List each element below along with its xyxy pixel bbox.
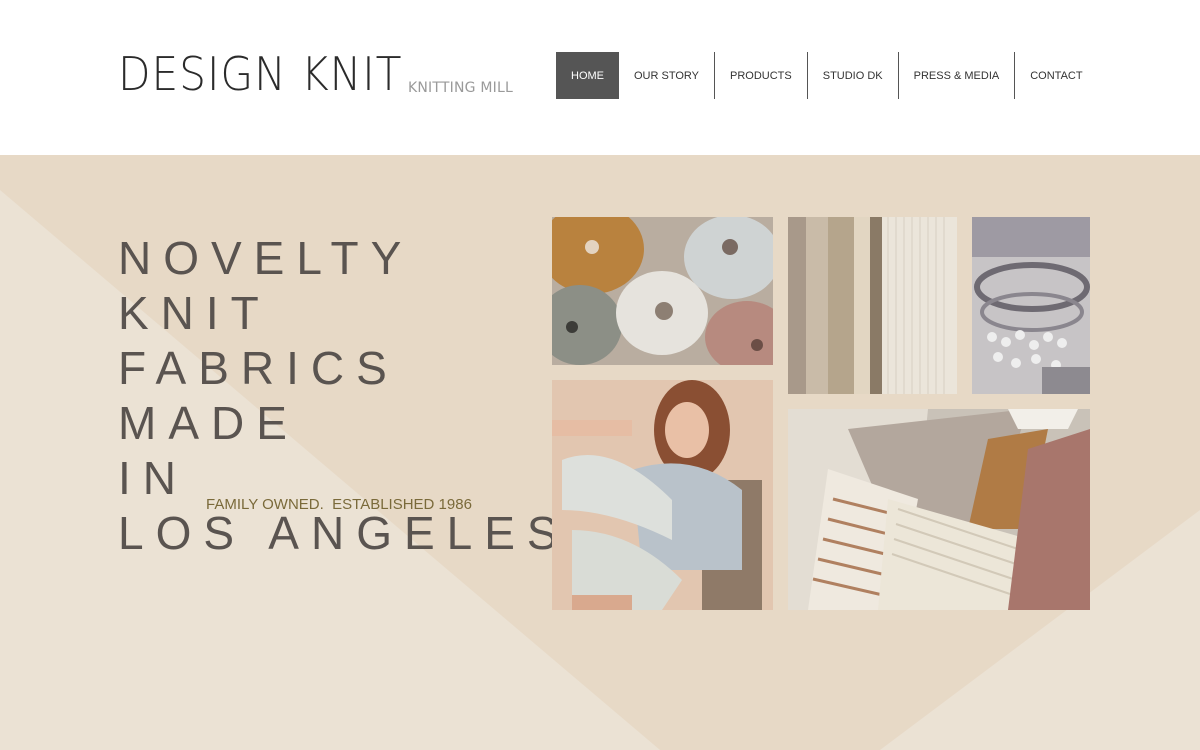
model-photo xyxy=(552,380,773,610)
headline-line: LOS ANGELES xyxy=(118,507,570,559)
fabric-drape-photo xyxy=(788,217,957,394)
hero-tagline: FAMILY OWNED. ESTABLISHED 1986 xyxy=(206,496,472,513)
logo-subtitle: KNITTING MILL xyxy=(408,80,513,96)
logo-wordmark: DESIGN KNIT xyxy=(118,47,403,101)
main-nav: HOME OUR STORY PRODUCTS STUDIO DK PRESS … xyxy=(556,52,1098,99)
hero-section: NOVELTY KNIT FABRICS MADE IN LOS ANGELES… xyxy=(0,155,1200,750)
headline-line: MADE xyxy=(118,397,299,449)
nav-products[interactable]: PRODUCTS xyxy=(715,52,808,99)
headline-line: FABRICS xyxy=(118,342,399,394)
nav-studio-dk[interactable]: STUDIO DK xyxy=(808,52,899,99)
nav-contact[interactable]: CONTACT xyxy=(1015,52,1097,99)
headline-line: NOVELTY xyxy=(118,232,414,284)
nav-home[interactable]: HOME xyxy=(556,52,619,99)
knitting-machine-photo xyxy=(972,217,1090,394)
nav-press-media[interactable]: PRESS & MEDIA xyxy=(899,52,1016,99)
yarn-cones-photo xyxy=(552,217,773,365)
site-logo[interactable]: DESIGN KNIT KNITTING MILL xyxy=(118,50,513,98)
nav-our-story[interactable]: OUR STORY xyxy=(619,52,715,99)
headline-line: KNIT xyxy=(118,287,271,339)
site-header: DESIGN KNIT KNITTING MILL HOME OUR STORY… xyxy=(0,0,1200,155)
fabric-swatches-photo xyxy=(788,409,1090,610)
